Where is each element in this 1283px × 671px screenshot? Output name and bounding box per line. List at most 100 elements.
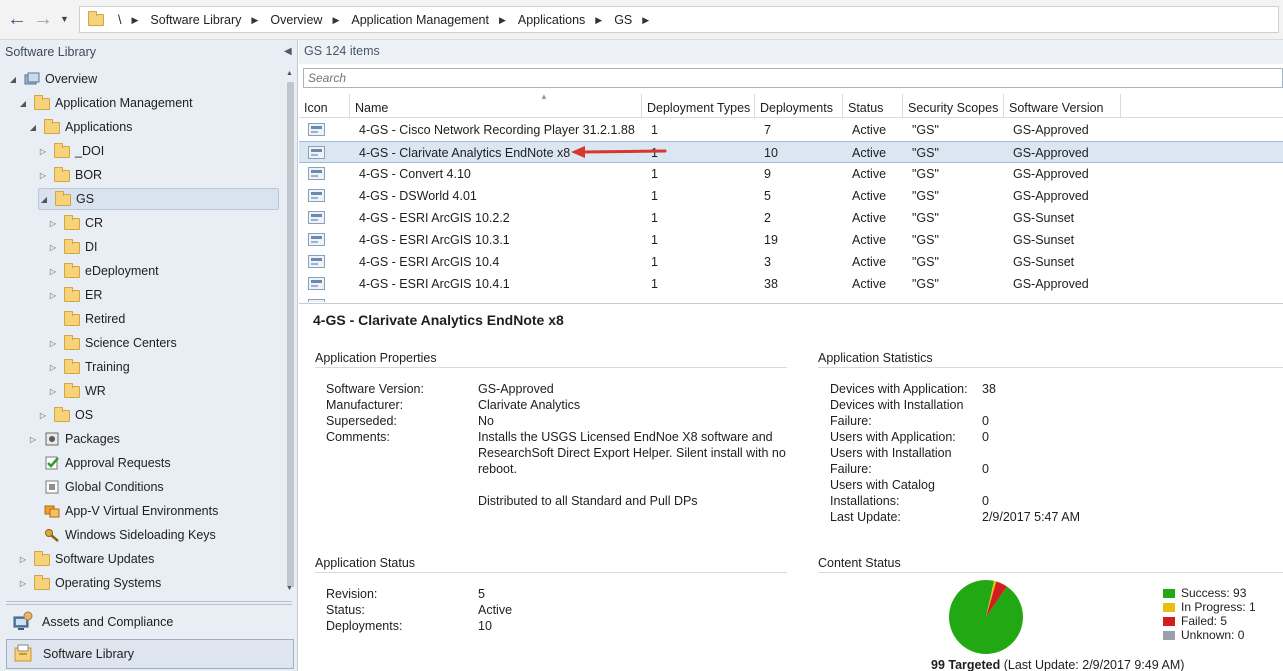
cell-deployments: 3 [764,255,771,269]
column-header-deployment-types[interactable]: Deployment Types [642,94,755,118]
tree-item-applications[interactable]: ◢ Applications [28,116,132,138]
expand-icon[interactable]: ▷ [18,555,28,564]
breadcrumb-item[interactable]: \ [118,13,121,27]
breadcrumb-separator-icon[interactable]: ▶ [595,15,602,26]
breadcrumb-item[interactable]: Software Library [150,13,241,27]
tree-item-label: Application Management [55,96,193,110]
breadcrumb-item[interactable]: GS [614,13,632,27]
expand-icon[interactable]: ▷ [28,435,38,444]
tree-item-os[interactable]: ▷ OS [38,404,93,426]
tree-item-wr[interactable]: ▷ WR [48,380,106,402]
folder-icon [64,215,80,230]
search-input[interactable] [304,69,1282,87]
table-row[interactable]: 4-GS - ESRI ArcGIS 10.2.2 1 2 Active "GS" GS-… [299,207,1283,229]
collapse-pane-icon[interactable]: ◀ [284,46,292,57]
expand-icon[interactable]: ▷ [48,339,58,348]
legend-swatch [1163,602,1175,612]
cell-status: Active [852,255,887,269]
collapse-icon[interactable]: ◢ [18,99,28,108]
expand-icon[interactable]: ▷ [38,171,48,180]
tree-item-global-conditions[interactable]: Global Conditions [28,476,164,498]
column-header-status[interactable]: Status [843,94,903,118]
navigation-scrollbar[interactable]: ▲ ▼ [286,70,295,595]
expand-icon[interactable]: ▷ [48,363,58,372]
tree-item-bor[interactable]: ▷ BOR [38,164,102,186]
breadcrumb-item[interactable]: Overview [270,13,322,27]
table-row[interactable]: 4-GS - DSWorld 4.01 1 5 Active "GS" GS-Approv… [299,185,1283,207]
collapse-icon[interactable]: ◢ [8,75,18,84]
tree-item-er[interactable]: ▷ ER [48,284,102,306]
cell-deployments: 19 [764,233,778,247]
tree-item-retired[interactable]: Retired [48,308,125,330]
breadcrumb[interactable]: \ ▶ Software Library ▶ Overview ▶ Application … [79,6,1279,33]
column-header-security-scopes[interactable]: Security Scopes [903,94,1004,118]
column-header-deployments[interactable]: Deployments [755,94,843,118]
tree-item-windows-sideloading-keys[interactable]: Windows Sideloading Keys [28,524,216,546]
divider [818,367,1283,368]
tree-item-label: App-V Virtual Environments [65,504,219,518]
breadcrumb-item[interactable]: Application Management [351,13,489,27]
expand-icon[interactable]: ▷ [18,579,28,588]
label-users-catalog: Users with Catalog [830,478,935,492]
collapse-icon[interactable]: ◢ [28,123,38,132]
tree-item-cr[interactable]: ▷ CR [48,212,103,234]
workspace-software-library[interactable]: Software Library [6,639,294,669]
label-last-update: Last Update: [830,510,901,524]
tree-item-operating-systems[interactable]: ▷ Operating Systems [18,572,161,594]
table-row[interactable]: 4-GS - ESRI ArcGIS 10.4 1 3 Active "GS" GS-Su… [299,251,1283,273]
label-superseded: Superseded: [326,414,397,428]
cell-scopes: "GS" [912,233,939,247]
breadcrumb-separator-icon[interactable]: ▶ [131,15,138,26]
table-row[interactable]: 4-GS - ESRI ArcGIS 10.4.1 1 38 Active "GS" GS… [299,273,1283,295]
tree-item-approval-requests[interactable]: Approval Requests [28,452,171,474]
collapse-icon[interactable]: ◢ [39,195,49,204]
table-row[interactable] [299,295,1283,302]
tree-item-application-management[interactable]: ◢ Application Management [18,92,193,114]
workspace-assets-and-compliance[interactable]: Assets and Compliance [6,607,294,637]
breadcrumb-separator-icon[interactable]: ▶ [332,15,339,26]
column-header-name[interactable]: ▲ Name [350,94,642,118]
tree-item-training[interactable]: ▷ Training [48,356,130,378]
table-row[interactable]: 4-GS - Clarivate Analytics EndNote x8 1 10… [299,141,1283,163]
cell-deployments: 38 [764,277,778,291]
expand-icon[interactable]: ▷ [48,243,58,252]
expand-icon[interactable]: ▷ [48,267,58,276]
expand-icon[interactable]: ▷ [48,219,58,228]
tree-item-gs[interactable]: ◢ GS [38,188,279,210]
workspace-splitter[interactable] [6,601,292,605]
tree-item-app-v-virtual-environments[interactable]: App-V Virtual Environments [28,500,218,522]
column-header-software-version[interactable]: Software Version [1004,94,1121,118]
expand-icon[interactable]: ▷ [38,147,48,156]
tree-item-doi[interactable]: ▷ _DOI [38,140,104,162]
tree-item-di[interactable]: ▷ DI [48,236,98,258]
expand-icon[interactable]: ▷ [48,291,58,300]
column-header-icon[interactable]: Icon [299,94,350,118]
tree-item-science-centers[interactable]: ▷ Science Centers [48,332,177,354]
application-icon [308,255,325,268]
tree-item-label: Overview [45,72,98,86]
history-dropdown-icon[interactable]: ▼ [60,14,69,24]
tree-item-software-updates[interactable]: ▷ Software Updates [18,548,154,570]
value-deployments: 10 [478,619,492,633]
value-revision: 5 [478,587,485,601]
breadcrumb-separator-icon[interactable]: ▶ [642,15,649,26]
search-box[interactable] [303,68,1283,88]
forward-arrow-icon[interactable]: → [32,8,54,30]
annotation-arrow-icon [571,146,667,158]
expand-icon[interactable]: ▷ [48,387,58,396]
folder-icon [64,383,80,398]
table-row[interactable]: 4-GS - Convert 4.10 1 9 Active "GS" GS-Approv… [299,163,1283,185]
tree-item-overview[interactable]: ◢ Overview [8,68,97,90]
breadcrumb-separator-icon[interactable]: ▶ [499,15,506,26]
cell-version: GS-Approved [1013,277,1089,291]
back-arrow-icon[interactable]: ← [6,8,28,30]
cell-scopes: "GS" [912,167,939,181]
label-users-install-failure: Users with Installation [830,446,952,460]
tree-item-edeployment[interactable]: ▷ eDeployment [48,260,159,282]
expand-icon[interactable]: ▷ [38,411,48,420]
breadcrumb-item[interactable]: Applications [518,13,585,27]
table-row[interactable]: 4-GS - Cisco Network Recording Player 31… [299,119,1283,141]
table-row[interactable]: 4-GS - ESRI ArcGIS 10.3.1 1 19 Active "GS" GS… [299,229,1283,251]
breadcrumb-separator-icon[interactable]: ▶ [251,15,258,26]
tree-item-packages[interactable]: ▷ Packages [28,428,120,450]
